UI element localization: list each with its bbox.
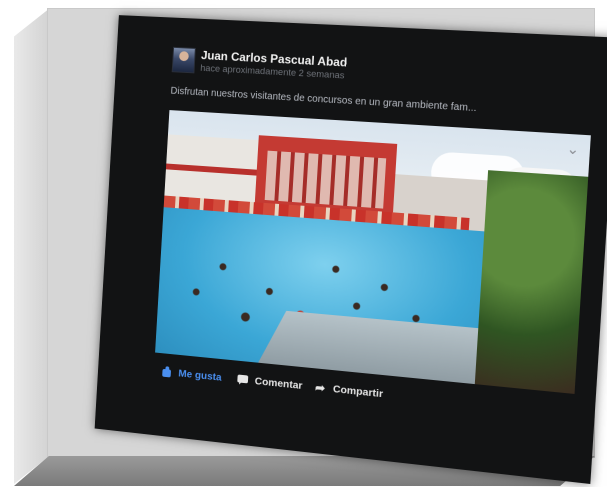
comment-label: Comentar bbox=[254, 375, 303, 392]
thumbs-up-icon bbox=[161, 366, 173, 379]
video-player[interactable]: ⌄ bbox=[155, 110, 591, 394]
like-button[interactable]: Me gusta bbox=[161, 366, 222, 384]
video-trees bbox=[474, 170, 589, 394]
post-header: Juan Carlos Pascual Abad hace aproximada… bbox=[171, 46, 606, 81]
like-label: Me gusta bbox=[178, 367, 222, 384]
comment-button[interactable]: Comentar bbox=[237, 374, 303, 392]
comment-icon bbox=[237, 374, 249, 387]
chevron-down-icon[interactable]: ⌄ bbox=[566, 140, 580, 158]
share-label: Compartir bbox=[332, 383, 384, 401]
facebook-post-screen: Juan Carlos Pascual Abad hace aproximada… bbox=[94, 15, 607, 484]
screen-wrap: Juan Carlos Pascual Abad hace aproximada… bbox=[0, 0, 607, 487]
share-button[interactable]: ➦ Compartir bbox=[314, 380, 384, 401]
author-avatar[interactable] bbox=[171, 46, 196, 74]
share-arrow-icon: ➦ bbox=[314, 380, 326, 396]
